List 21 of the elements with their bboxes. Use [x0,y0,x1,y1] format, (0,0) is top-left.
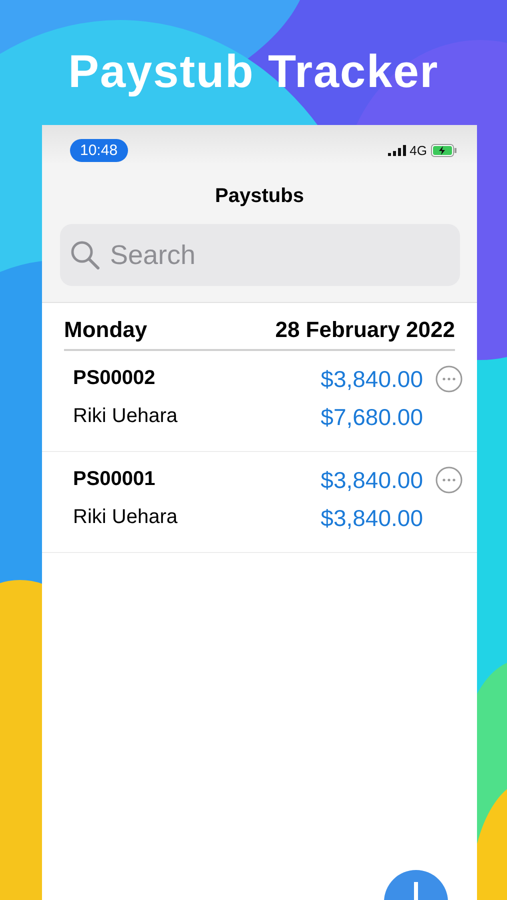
employee-name: Riki Uehara [73,505,178,530]
battery-icon [431,144,457,156]
search-bar[interactable]: Search [60,224,460,286]
section-day: Monday [64,317,148,343]
employee-name: Riki Uehara [73,404,178,429]
search-icon [70,240,100,270]
search-input[interactable]: Search [108,238,412,272]
network-label: 4G [410,142,427,158]
signal-icon [388,144,406,156]
more-icon[interactable] [435,466,463,494]
section-date: 28 February 2022 [275,317,455,343]
paystub-amount: $3,840.00 [320,466,423,494]
paystub-id: PS00002 [73,366,156,391]
paystub-id: PS00001 [73,467,156,492]
paystub-amount: $3,840.00 [320,365,423,393]
total-amount: $7,680.00 [320,403,423,431]
status-time: 10:48 [70,138,128,162]
app-title: Paystub Tracker [68,44,439,98]
more-icon[interactable] [435,365,463,393]
nav-title: Paystubs [215,185,304,208]
total-amount: $3,840.00 [320,504,423,532]
